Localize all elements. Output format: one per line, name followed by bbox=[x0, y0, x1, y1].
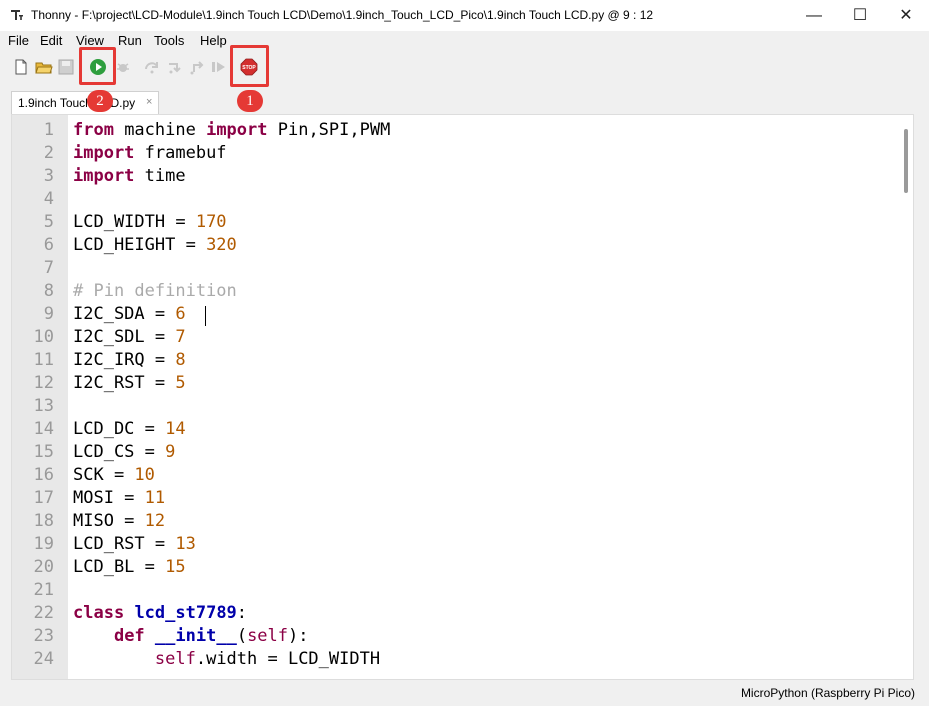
line-number: 14 bbox=[33, 419, 54, 439]
line-number: 5 bbox=[43, 212, 54, 232]
code-line: self.width = LCD_WIDTH bbox=[154, 649, 381, 669]
menu-edit[interactable]: Edit bbox=[40, 33, 62, 48]
code-line: import framebuf bbox=[73, 143, 227, 163]
maximize-button[interactable]: ☐ bbox=[837, 0, 883, 31]
text-cursor bbox=[205, 306, 206, 326]
line-number: 10 bbox=[33, 327, 54, 347]
code-line: MOSI = 11 bbox=[73, 488, 166, 508]
toolbar: STOP bbox=[0, 51, 929, 88]
code-line: SCK = 10 bbox=[73, 465, 155, 485]
line-number: 21 bbox=[33, 580, 54, 600]
vertical-scrollbar[interactable] bbox=[904, 129, 908, 193]
code-line: # Pin definition bbox=[73, 281, 237, 301]
line-number: 18 bbox=[33, 511, 54, 531]
highlight-stop-button bbox=[230, 45, 269, 87]
line-number: 11 bbox=[33, 350, 54, 370]
code-line: I2C_SDL = 7 bbox=[73, 327, 186, 347]
code-line: LCD_CS = 9 bbox=[73, 442, 176, 462]
code-line: import time bbox=[73, 166, 186, 186]
interpreter-status[interactable]: MicroPython (Raspberry Pi Pico) bbox=[741, 686, 915, 700]
close-window-button[interactable]: ✕ bbox=[883, 0, 929, 31]
line-number: 12 bbox=[33, 373, 54, 393]
highlight-run-button bbox=[79, 47, 116, 85]
line-number: 19 bbox=[33, 534, 54, 554]
line-number: 23 bbox=[33, 626, 54, 646]
status-bar: MicroPython (Raspberry Pi Pico) bbox=[0, 680, 929, 706]
title-bar: Thonny - F:\project\LCD-Module\1.9inch T… bbox=[0, 0, 929, 31]
code-line: LCD_BL = 15 bbox=[73, 557, 186, 577]
menu-help[interactable]: Help bbox=[200, 33, 227, 48]
code-editor[interactable]: 1 2 3 4 5 6 7 8 9 10 11 12 13 14 15 16 17 18 19 20 21 22 23 24 f… bbox=[11, 114, 914, 680]
minimize-button[interactable]: — bbox=[791, 0, 837, 31]
code-line: LCD_DC = 14 bbox=[73, 419, 186, 439]
tab-close-icon[interactable]: × bbox=[146, 96, 152, 108]
menu-run[interactable]: Run bbox=[118, 33, 142, 48]
annotation-badge-2: 2 bbox=[87, 90, 113, 112]
code-line: from machine import Pin,SPI,PWM bbox=[73, 120, 391, 140]
line-number: 7 bbox=[43, 258, 54, 278]
line-number: 20 bbox=[33, 557, 54, 577]
tab-1-9inch-touch-lcd[interactable]: 1.9inch Touch LCD.py × bbox=[11, 91, 159, 115]
menu-file[interactable]: File bbox=[8, 33, 29, 48]
close-icon: ✕ bbox=[899, 7, 913, 24]
step-out-icon[interactable] bbox=[189, 58, 207, 76]
line-number: 17 bbox=[33, 488, 54, 508]
code-line: LCD_HEIGHT = 320 bbox=[73, 235, 237, 255]
code-line: def __init__(self): bbox=[113, 626, 309, 646]
code-line: LCD_RST = 13 bbox=[73, 534, 196, 554]
code-line: I2C_RST = 5 bbox=[73, 373, 186, 393]
code-line: LCD_WIDTH = 170 bbox=[73, 212, 227, 232]
line-number: 3 bbox=[43, 166, 54, 186]
line-number: 16 bbox=[33, 465, 54, 485]
save-icon[interactable] bbox=[57, 58, 75, 76]
step-over-icon[interactable] bbox=[143, 58, 161, 76]
new-file-icon[interactable] bbox=[12, 58, 30, 76]
debug-icon[interactable] bbox=[114, 58, 132, 76]
menu-tools[interactable]: Tools bbox=[154, 33, 184, 48]
code-line: I2C_IRQ = 8 bbox=[73, 350, 186, 370]
tab-label: 1.9inch Touch LCD.py bbox=[18, 96, 136, 110]
line-number: 1 bbox=[43, 120, 54, 140]
menu-view[interactable]: View bbox=[76, 33, 104, 48]
line-number: 22 bbox=[33, 603, 54, 623]
line-number: 8 bbox=[43, 281, 54, 301]
menu-bar: File Edit View Run Tools Help bbox=[0, 31, 929, 51]
code-line: class lcd_st7789: bbox=[73, 603, 248, 623]
window-title: Thonny - F:\project\LCD-Module\1.9inch T… bbox=[31, 8, 654, 22]
line-number: 9 bbox=[43, 304, 54, 324]
line-number: 13 bbox=[33, 396, 54, 416]
line-number: 4 bbox=[43, 189, 54, 209]
editor-tab-bar: 1.9inch Touch LCD.py × bbox=[0, 88, 929, 115]
line-number: 2 bbox=[43, 143, 54, 163]
line-number: 15 bbox=[33, 442, 54, 462]
thonny-app-icon bbox=[11, 10, 23, 20]
code-line: MISO = 12 bbox=[73, 511, 166, 531]
step-into-icon[interactable] bbox=[166, 58, 184, 76]
minimize-icon: — bbox=[806, 7, 822, 24]
line-number: 6 bbox=[43, 235, 54, 255]
open-file-icon[interactable] bbox=[35, 58, 53, 76]
line-number: 24 bbox=[33, 649, 54, 669]
resume-icon[interactable] bbox=[210, 58, 228, 76]
maximize-icon: ☐ bbox=[852, 7, 868, 24]
code-line: I2C_SDA = 6 bbox=[73, 304, 186, 324]
annotation-badge-1: 1 bbox=[237, 90, 263, 112]
